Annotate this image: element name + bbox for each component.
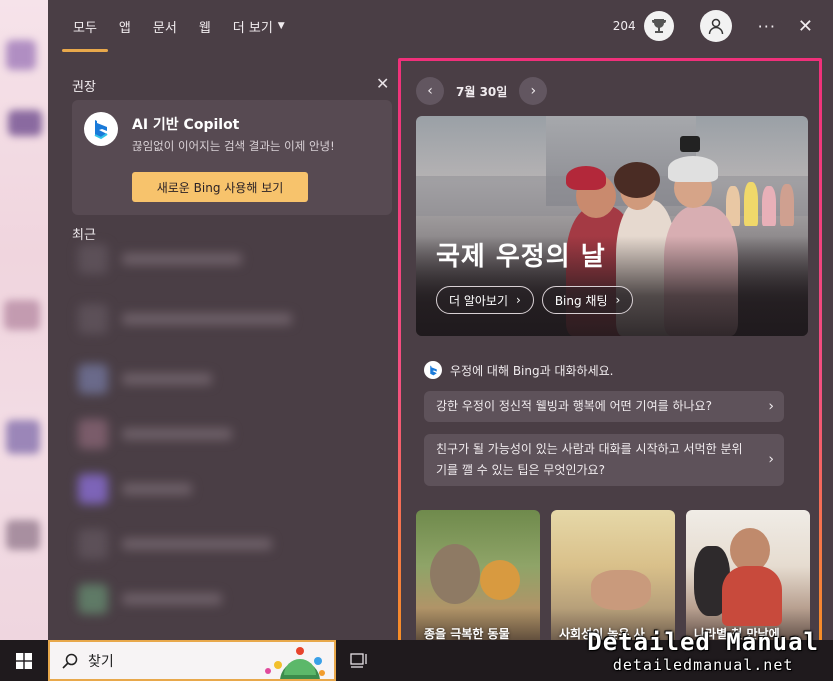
list-item[interactable] [78,304,292,334]
windows-logo-icon [16,652,32,669]
copilot-card: AI 기반 Copilot 끊임없이 이어지는 검색 결과는 이제 안녕! 새로… [72,100,392,215]
trophy-icon[interactable] [643,11,674,41]
suggestion-item[interactable]: 친구가 될 가능성이 있는 사람과 대화를 시작하고 서먹한 분위기를 깰 수 … [424,434,784,486]
bing-chat-button[interactable]: Bing 채팅 › [541,286,634,314]
search-panel: 모두 앱 문서 웹 더 보기 ▼ 204 ··· ✕ 권장 ✕ AI 기반 Co… [48,0,833,651]
caret-down-icon: ▼ [277,21,285,31]
taskbar-search-input[interactable]: 찾기 [48,640,336,681]
suggestion-item[interactable]: 강한 우정이 정신적 웰빙과 행복에 어떤 기여를 하나요? › [424,391,784,422]
desktop-background [0,0,48,640]
date-navigation: ‹ 7월 30일 › [416,77,548,105]
suggestion-text: 친구가 될 가능성이 있는 사람과 대화를 시작하고 서먹한 분위기를 깰 수 … [436,442,743,477]
tab-label: 모두 [73,20,97,36]
windows-start-button[interactable] [0,640,48,681]
search-highlights-panel: ‹ 7월 30일 › 국제 우정의 날 더 알아보기 › Bing 채팅 › 우… [398,58,822,654]
watermark-url: detailedmanual.net [612,656,794,674]
recent-list [78,244,378,634]
card-description: 끊임없이 이어지는 검색 결과는 이제 안녕! [132,139,335,153]
close-button[interactable]: ✕ [798,16,813,37]
next-day-button[interactable]: › [519,77,548,105]
bing-logo-icon [84,112,118,146]
list-item[interactable] [78,529,272,559]
left-column: 권장 ✕ AI 기반 Copilot 끊임없이 이어지는 검색 결과는 이제 안… [48,52,398,640]
list-item[interactable] [78,474,192,504]
try-bing-button[interactable]: 새로운 Bing 사용해 보기 [132,172,308,202]
task-view-icon [350,653,367,668]
watermark-title: Detailed Manual [587,628,819,656]
tab-apps[interactable]: 앱 [108,0,142,52]
suggestion-text: 강한 우정이 정신적 웰빙과 행복에 어떤 기여를 하나요? [436,399,712,413]
hero-card[interactable]: 국제 우정의 날 더 알아보기 › Bing 채팅 › [416,116,808,336]
task-view-button[interactable] [350,651,370,673]
list-item[interactable] [78,244,242,274]
date-label: 7월 30일 [456,84,508,99]
chevron-right-icon: › [768,398,774,414]
learn-more-button[interactable]: 더 알아보기 › [436,286,534,314]
recent-title: 최근 [72,228,96,243]
thumbnail-card[interactable]: 종을 극복한 동물 [416,510,540,650]
avatar[interactable] [699,10,732,42]
button-label: 더 알아보기 [449,293,509,308]
chevron-right-icon: › [768,451,774,468]
list-item[interactable] [78,419,232,449]
search-placeholder: 찾기 [88,653,114,670]
watermark: Detailed Manual detailedmanual.net [587,628,819,674]
recommended-title: 권장 [72,80,96,95]
tab-more[interactable]: 더 보기 ▼ [222,0,296,52]
tab-label: 문서 [152,20,177,36]
tab-web[interactable]: 웹 [188,0,222,52]
friendship-day-illustration-icon [265,647,325,679]
list-item[interactable] [78,584,222,614]
chevron-right-icon: › [615,293,621,307]
search-icon [62,653,78,669]
tab-label: 더 보기 [232,20,273,36]
person-icon [708,18,723,35]
tab-all[interactable]: 모두 [48,0,108,52]
dismiss-recommended-button[interactable]: ✕ [376,74,389,93]
hero-title: 국제 우정의 날 [436,242,606,272]
button-label: Bing 채팅 [554,293,608,308]
list-item[interactable] [78,364,212,394]
chat-prompt-header: 우정에 대해 Bing과 대화하세요. [424,361,614,379]
chat-prompt-text: 우정에 대해 Bing과 대화하세요. [450,363,614,378]
tab-label: 웹 [198,20,211,36]
rewards-points: 204 [612,19,636,33]
tab-label: 앱 [118,20,131,36]
more-options-button[interactable]: ··· [758,17,776,36]
previous-day-button[interactable]: ‹ [416,77,444,105]
chevron-right-icon: › [516,293,521,307]
tab-documents[interactable]: 문서 [142,0,188,52]
card-title: AI 기반 Copilot [132,117,240,133]
search-tabs-bar: 모두 앱 문서 웹 더 보기 ▼ 204 ··· ✕ [48,0,833,52]
bing-logo-icon [424,361,442,379]
